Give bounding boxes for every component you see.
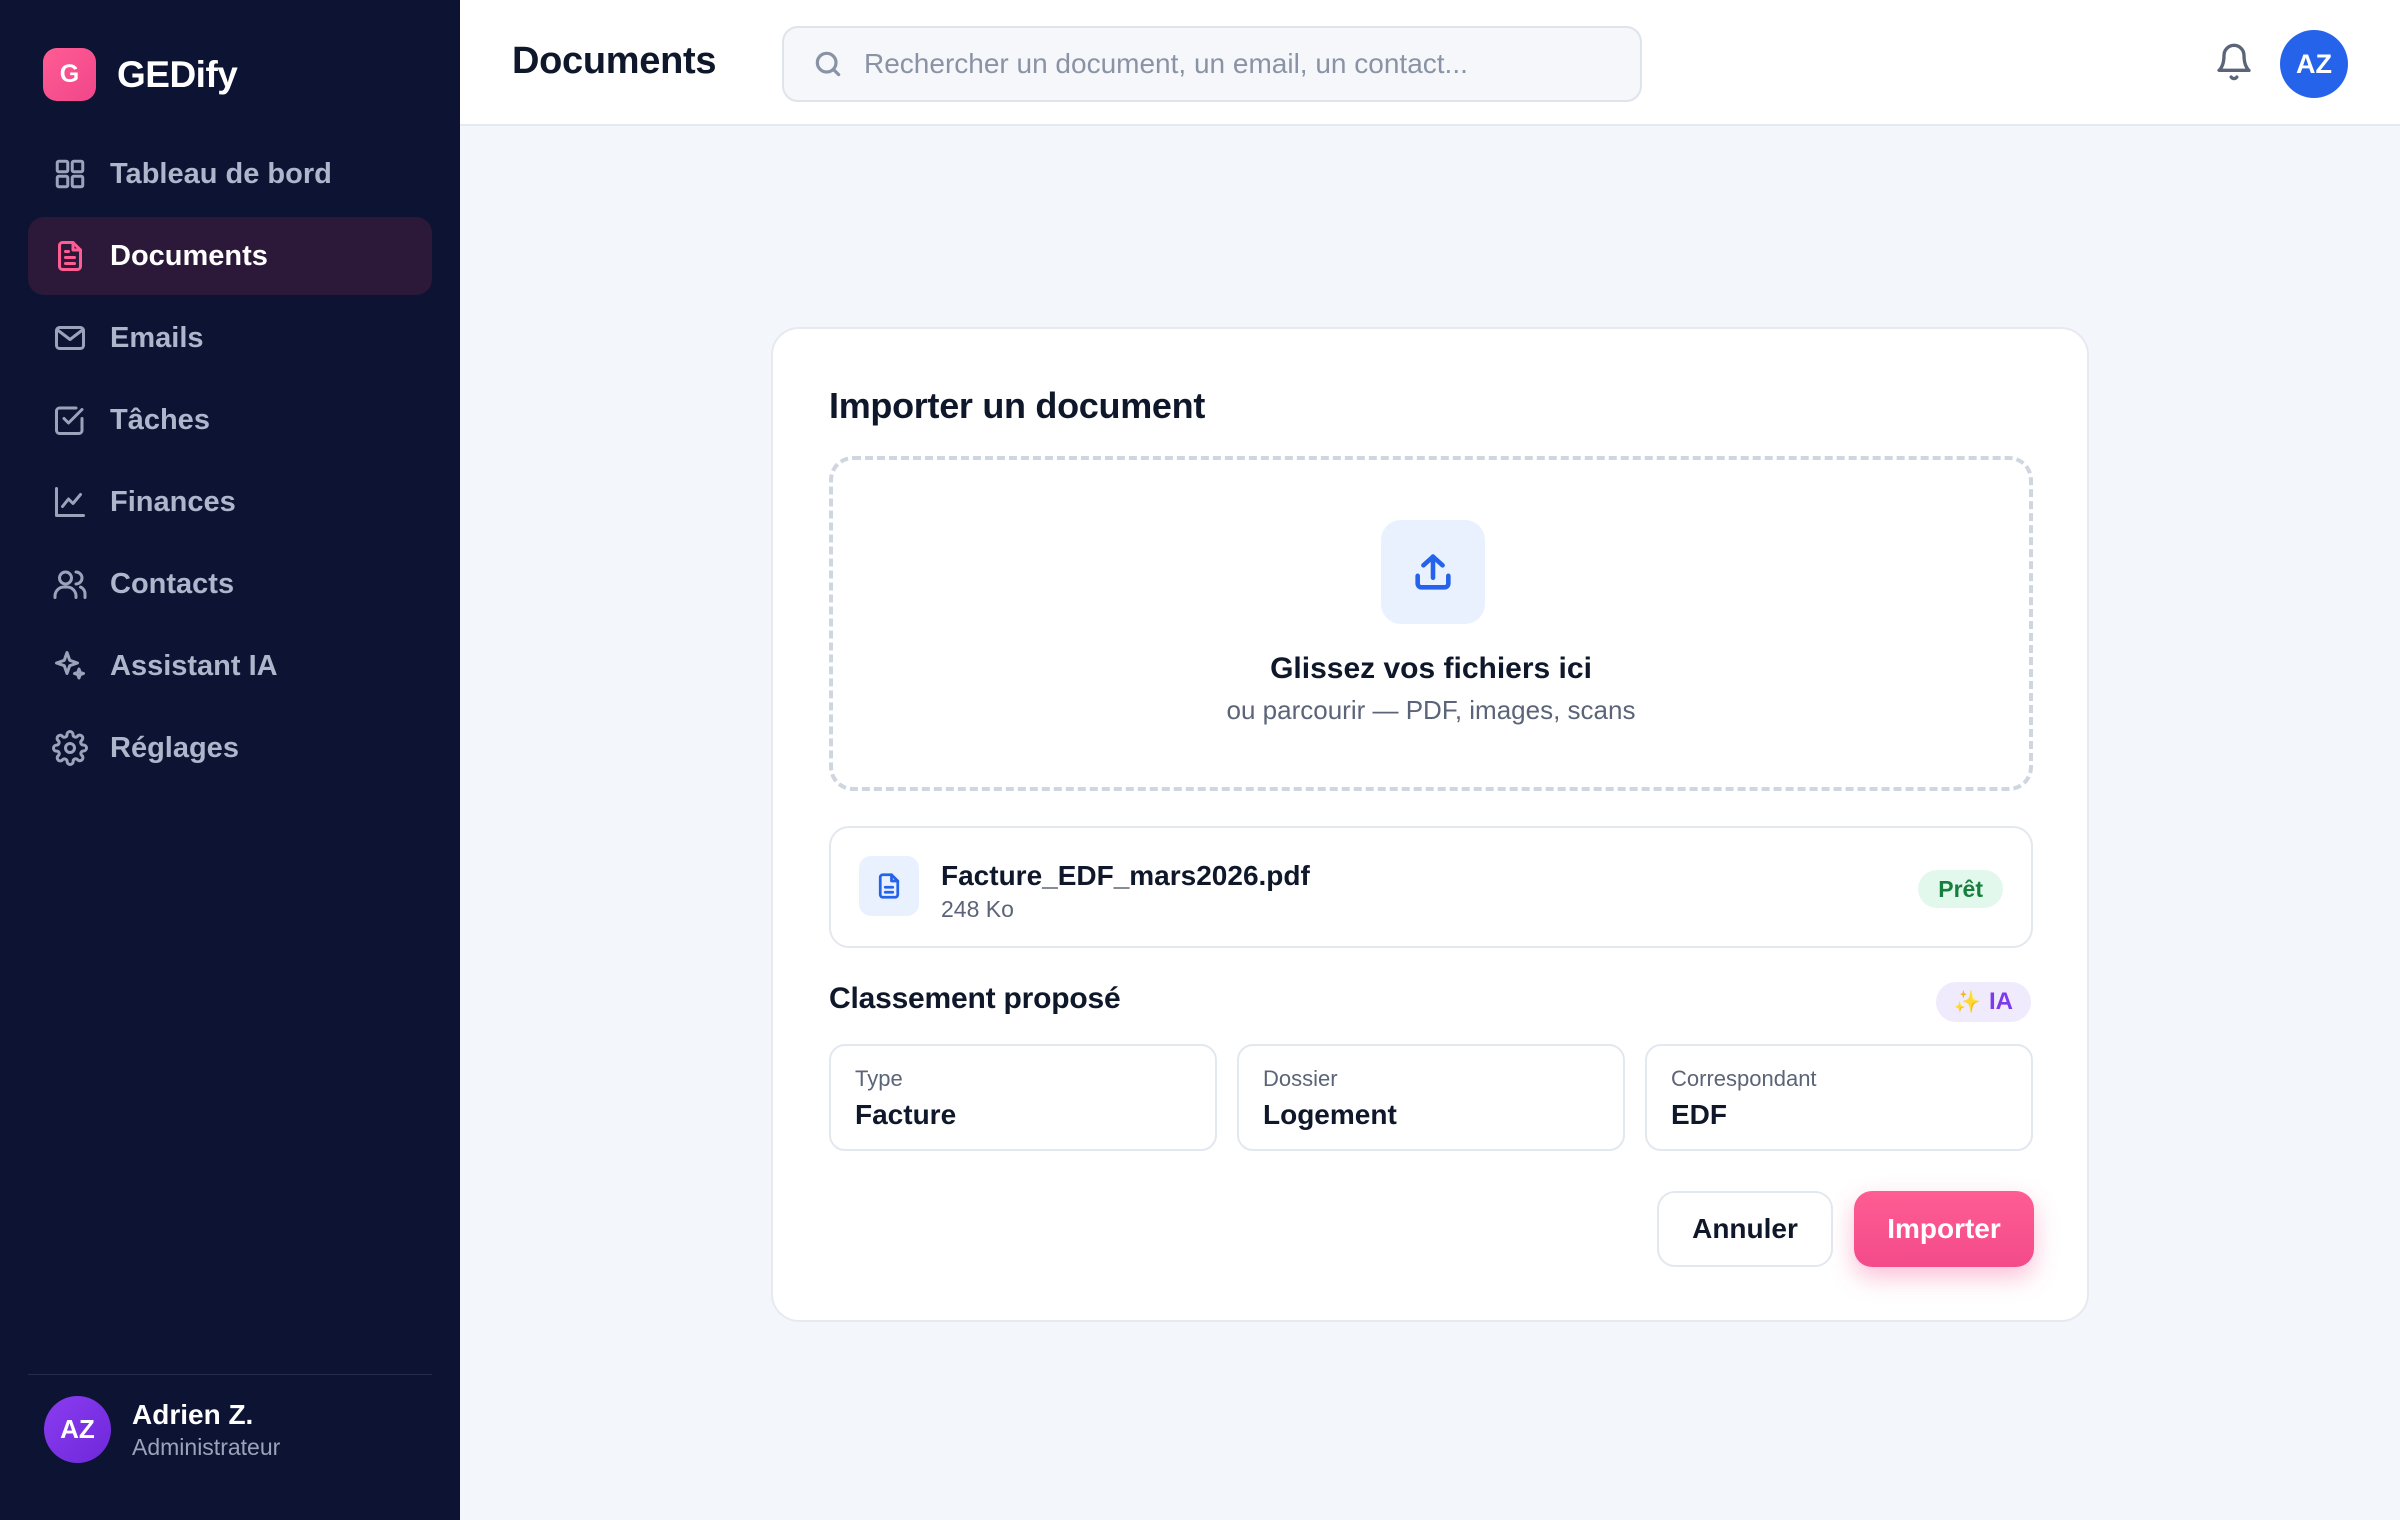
sidebar-divider <box>28 1374 432 1375</box>
sparkle-icon <box>52 648 88 684</box>
field-dossier[interactable]: Dossier Logement <box>1237 1044 1625 1151</box>
grid-icon <box>52 156 88 192</box>
file-document-icon <box>859 856 919 916</box>
dropzone-subtitle: ou parcourir — PDF, images, scans <box>1226 695 1636 725</box>
search-icon <box>815 51 841 77</box>
search-bar[interactable] <box>782 26 1642 102</box>
status-badge: Prêt <box>1918 870 2003 908</box>
cancel-button[interactable]: Annuler <box>1657 1191 1833 1267</box>
import-document-card: Importer un document Glissez vos fichier… <box>771 327 2089 1322</box>
sidebar: G GEDify Tableau de bord Documents Email… <box>0 0 460 1520</box>
brand-name: GEDify <box>117 53 238 95</box>
top-header: Documents AZ <box>460 0 2400 126</box>
sidebar-item-label: Contacts <box>110 567 235 600</box>
sidebar-item-emails[interactable]: Emails <box>28 299 432 377</box>
sidebar-item-label: Assistant IA <box>110 649 278 682</box>
sidebar-item-label: Documents <box>110 239 268 272</box>
field-correspondant[interactable]: Correspondant EDF <box>1645 1044 2033 1151</box>
field-type[interactable]: Type Facture <box>829 1044 1217 1151</box>
brand-logo: G <box>43 48 96 101</box>
sidebar-nav: Tableau de bord Documents Emails Tâches … <box>28 135 432 791</box>
ai-badge: ✨ IA <box>1935 982 2031 1022</box>
notification-bell-icon[interactable] <box>2214 42 2254 82</box>
upload-icon <box>1381 520 1485 624</box>
sidebar-item-label: Emails <box>110 321 204 354</box>
document-icon <box>52 238 88 274</box>
sidebar-item-label: Réglages <box>110 731 239 764</box>
search-input[interactable] <box>864 48 1624 80</box>
users-icon <box>52 566 88 602</box>
user-info: Adrien Z. Administrateur <box>132 1399 280 1461</box>
sidebar-item-label: Finances <box>110 485 236 518</box>
field-value: Logement <box>1263 1099 1397 1130</box>
file-name: Facture_EDF_mars2026.pdf <box>941 860 1310 891</box>
chart-line-icon <box>52 484 88 520</box>
checkbox-icon <box>52 402 88 438</box>
ai-badge-label: IA <box>1989 988 2013 1015</box>
mail-icon <box>52 320 88 356</box>
dropzone-title: Glissez vos fichiers ici <box>1270 652 1592 685</box>
page-title: Documents <box>512 40 717 82</box>
card-title: Importer un document <box>829 385 1206 426</box>
sparkles-icon: ✨ <box>1953 989 1981 1014</box>
user-avatar: AZ <box>44 1396 111 1463</box>
sidebar-item-finances[interactable]: Finances <box>28 463 432 541</box>
sidebar-item-label: Tâches <box>110 403 210 436</box>
classification-title: Classement proposé <box>829 982 1121 1015</box>
file-dropzone[interactable]: Glissez vos fichiers ici ou parcourir — … <box>829 456 2033 791</box>
sidebar-item-tableau-de-bord[interactable]: Tableau de bord <box>28 135 432 213</box>
sidebar-item-documents[interactable]: Documents <box>28 217 432 295</box>
field-label: Correspondant <box>1671 1066 1817 1091</box>
field-label: Dossier <box>1263 1066 1338 1091</box>
selected-file-row: Facture_EDF_mars2026.pdf 248 Ko Prêt <box>829 826 2033 948</box>
header-avatar[interactable]: AZ <box>2280 30 2348 98</box>
sidebar-item-taches[interactable]: Tâches <box>28 381 432 459</box>
field-value: Facture <box>855 1099 957 1130</box>
sidebar-item-assistant-ia[interactable]: Assistant IA <box>28 627 432 705</box>
file-size: 248 Ko <box>941 896 1014 922</box>
user-role: Administrateur <box>132 1433 281 1460</box>
gear-icon <box>52 730 88 766</box>
user-profile[interactable]: AZ Adrien Z. Administrateur <box>44 1396 280 1463</box>
field-label: Type <box>855 1066 903 1091</box>
brand[interactable]: G GEDify <box>43 48 238 101</box>
field-value: EDF <box>1671 1099 1727 1130</box>
user-name: Adrien Z. <box>132 1398 254 1430</box>
sidebar-item-label: Tableau de bord <box>110 157 332 190</box>
import-button[interactable]: Importer <box>1854 1191 2034 1267</box>
sidebar-item-contacts[interactable]: Contacts <box>28 545 432 623</box>
sidebar-item-reglages[interactable]: Réglages <box>28 709 432 787</box>
